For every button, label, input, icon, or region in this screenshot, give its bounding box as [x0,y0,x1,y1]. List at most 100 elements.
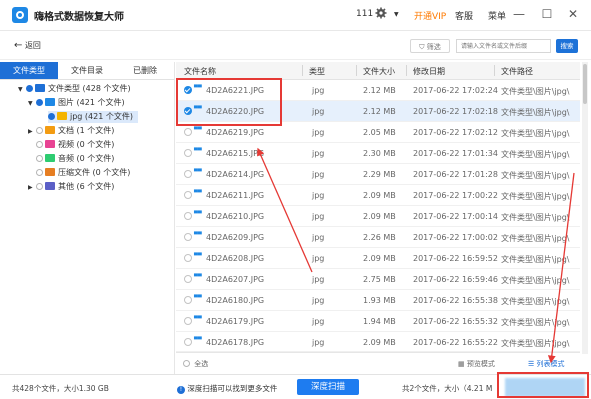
minimize-icon[interactable]: — [510,5,528,23]
table-row[interactable]: ▀▀ 4D2A6207.JPG jpg 2.75 MB 2017-06-22 1… [176,269,580,290]
column-divider[interactable] [356,65,357,76]
deep-scan-button[interactable]: 深度扫描 [297,379,359,395]
row-checkbox[interactable] [184,212,192,220]
column-divider[interactable] [302,65,303,76]
table-row[interactable]: ▀▀ 4D2A6180.JPG jpg 1.93 MB 2017-06-22 1… [176,290,580,311]
image-file-icon: ▀▀ [194,190,202,196]
row-checkbox[interactable] [184,191,192,199]
tree-label: 其他 (6 个文件) [58,182,115,191]
tab-file-directory[interactable]: 文件目录 [58,62,116,79]
table-row[interactable]: ▀▀ 4D2A6211.JPG jpg 2.09 MB 2017-06-22 1… [176,185,580,206]
column-divider[interactable] [494,65,495,76]
tree-item-audio[interactable]: 音频 (0 个文件) [36,153,114,165]
cell-size: 2.05 MB [363,128,396,137]
cell-path: 文件类型\图片\jpg\ [501,87,570,96]
scrollbar-thumb[interactable] [583,64,587,104]
list-view-icon: ☰ [528,360,535,368]
expand-arrow-icon[interactable]: ▼ [28,98,36,110]
cell-size: 2.26 MB [363,233,396,242]
vip-button[interactable]: 开通VIP [414,9,446,22]
checkbox-icon[interactable] [36,155,43,162]
column-header-path[interactable]: 文件路径 [501,66,533,77]
column-header-date[interactable]: 修改日期 [413,66,445,77]
list-mode-label: 列表模式 [536,360,565,368]
cell-type: jpg [312,338,325,347]
menu-button[interactable]: 菜单 [488,9,506,22]
back-label: 返回 [24,41,41,50]
table-row[interactable]: ▀▀ 4D2A6209.JPG jpg 2.26 MB 2017-06-22 1… [176,227,580,248]
cell-type: jpg [312,86,325,95]
image-file-icon: ▀▀ [194,148,202,154]
tree-item-other[interactable]: ▶ 其他 (6 个文件) [28,181,114,193]
dropdown-caret-icon[interactable]: ▼ [394,11,399,18]
search-input[interactable] [456,39,551,53]
cell-type: jpg [312,149,325,158]
cell-name: 4D2A6211.JPG [206,191,265,200]
cell-date: 2017-06-22 17:02:18 [413,107,498,116]
image-file-icon: ▀▀ [194,274,202,280]
tab-file-type[interactable]: 文件类型 [0,62,58,79]
checkbox-icon[interactable] [36,127,43,134]
checkbox-icon[interactable] [26,85,33,92]
tree-item-documents[interactable]: ▶ 文档 (1 个文件) [28,125,114,137]
filter-button[interactable]: ⛉ 筛选 [410,39,450,53]
image-file-icon: ▀▀ [194,295,202,301]
checkbox-icon[interactable] [36,99,43,106]
checkbox-icon[interactable] [48,113,55,120]
cell-path: 文件类型\图片\jpg\ [501,318,570,327]
maximize-icon[interactable]: ☐ [538,5,556,23]
row-checkbox[interactable] [184,338,192,346]
column-header-name[interactable]: 文件名称 [184,66,216,77]
row-checkbox[interactable] [184,233,192,241]
cell-size: 2.12 MB [363,107,396,116]
table-row[interactable]: ▀▀ 4D2A6214.JPG jpg 2.29 MB 2017-06-22 1… [176,164,580,185]
row-checkbox[interactable] [184,317,192,325]
checkbox-icon[interactable] [36,141,43,148]
cell-size: 1.93 MB [363,296,396,305]
column-divider[interactable] [406,65,407,76]
tree-item-archives[interactable]: 压缩文件 (0 个文件) [36,167,130,179]
tree-item-videos[interactable]: 视频 (0 个文件) [36,139,114,151]
row-checkbox[interactable] [184,170,192,178]
cell-size: 2.12 MB [363,86,396,95]
table-row[interactable]: ▀▀ 4D2A6208.JPG jpg 2.09 MB 2017-06-22 1… [176,248,580,269]
expand-arrow-icon[interactable]: ▶ [28,182,36,194]
total-files-summary: 共428个文件，大小1.30 GB [12,384,109,393]
row-checkbox[interactable] [184,149,192,157]
cell-date: 2017-06-22 17:00:14 [413,212,498,221]
preview-mode-label: 预览模式 [466,360,495,368]
tab-deleted[interactable]: 已删除 [116,62,174,79]
expand-arrow-icon[interactable]: ▼ [18,84,26,96]
select-all-checkbox[interactable]: 全选 [183,359,208,369]
back-button[interactable]: ← 返回 [14,40,41,51]
checkbox-icon[interactable] [36,183,43,190]
list-mode-button[interactable]: ☰ 列表模式 [528,359,565,369]
table-row[interactable]: ▀▀ 4D2A6210.JPG jpg 2.09 MB 2017-06-22 1… [176,206,580,227]
settings-gear-icon[interactable] [375,7,387,22]
image-file-icon: ▀▀ [194,232,202,238]
tree-item-images[interactable]: ▼ 图片 (421 个文件) [28,97,125,109]
search-button[interactable]: 搜索 [556,39,578,53]
row-checkbox[interactable] [184,296,192,304]
checkbox-icon[interactable] [183,360,190,367]
preview-mode-button[interactable]: ▦ 预览模式 [458,359,495,369]
row-checkbox[interactable] [184,254,192,262]
customer-service-button[interactable]: 客服 [455,9,473,22]
table-scrollbar[interactable] [582,62,588,354]
user-id: 111 [356,9,374,19]
table-row[interactable]: ▀▀ 4D2A6179.JPG jpg 1.94 MB 2017-06-22 1… [176,311,580,332]
row-checkbox[interactable] [184,275,192,283]
table-row[interactable]: ▀▀ 4D2A6178.JPG jpg 2.09 MB 2017-06-22 1… [176,332,580,352]
checkbox-icon[interactable] [36,169,43,176]
cell-type: jpg [312,317,325,326]
close-icon[interactable]: ✕ [564,5,582,23]
column-header-type[interactable]: 类型 [309,66,325,77]
column-header-size[interactable]: 文件大小 [363,66,395,77]
image-file-icon: ▀▀ [194,253,202,259]
expand-arrow-icon[interactable]: ▶ [28,126,36,138]
table-row[interactable]: ▀▀ 4D2A6215.JPG jpg 2.30 MB 2017-06-22 1… [176,143,580,164]
tree-item-all-types[interactable]: ▼ 文件类型 (428 个文件) [18,83,131,95]
row-checkbox[interactable] [184,128,192,136]
tree-item-jpg[interactable]: jpg (421 个文件) [48,111,138,123]
audio-icon [45,154,55,162]
